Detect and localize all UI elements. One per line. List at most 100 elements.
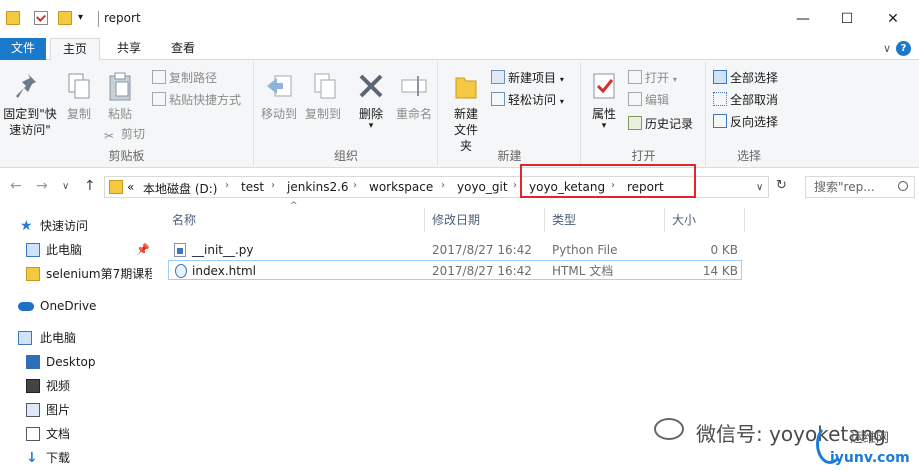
properties-dropdown-icon[interactable]: ▾ (586, 122, 622, 131)
edit-button[interactable]: 编辑 (628, 90, 669, 110)
nav-item-documents[interactable]: 文档 (0, 422, 152, 446)
nav-label: Desktop (46, 355, 96, 369)
breadcrumb-chevron-icon[interactable]: › (353, 180, 357, 191)
nav-item-onedrive[interactable]: OneDrive (0, 294, 152, 318)
column-divider[interactable] (544, 208, 545, 232)
properties-button[interactable]: 属性 ▾ (586, 66, 622, 131)
copy-button[interactable]: 复制 (62, 66, 96, 122)
column-header-name[interactable]: 名称 (172, 208, 196, 232)
tab-view[interactable]: 查看 (158, 38, 208, 60)
nav-item-selenium[interactable]: selenium第7期课程 (0, 262, 152, 286)
help-button[interactable]: ? (896, 41, 911, 56)
nav-item-this-pc-pinned[interactable]: 此电脑 📌 (0, 238, 152, 262)
breadcrumb-chevron-icon[interactable]: › (225, 180, 229, 191)
customize-quick-access-icon[interactable]: ▾ (78, 11, 92, 25)
invert-selection-icon (713, 114, 727, 128)
file-modified: 2017/8/27 16:42 (432, 243, 532, 257)
forward-button[interactable]: → (36, 178, 48, 194)
nav-item-this-pc[interactable]: 此电脑 (0, 326, 152, 350)
column-divider[interactable] (744, 208, 745, 232)
select-none-button[interactable]: 全部取消 (713, 90, 778, 110)
new-item-label: 新建项目 (508, 71, 557, 85)
pin-label: 固定到"快速访问" (3, 107, 57, 137)
pin-icon[interactable]: 📌 (136, 238, 150, 262)
delete-button[interactable]: 删除 ▾ (351, 66, 391, 131)
organize-group-label: 组织 (333, 149, 358, 163)
paste-shortcut-icon (152, 92, 166, 106)
paste-shortcut-button[interactable]: 粘贴快捷方式 (152, 90, 241, 110)
search-input[interactable]: 搜索"rep... (805, 176, 915, 198)
move-to-button[interactable]: 移动到 (257, 66, 301, 122)
copy-label: 复制 (66, 107, 91, 121)
minimize-button[interactable]: — (780, 8, 826, 30)
breadcrumb-overflow[interactable]: « (127, 180, 134, 194)
cut-button[interactable]: ✂ 剪切 (104, 124, 145, 144)
clipboard-group-label: 剪贴板 (108, 149, 145, 163)
back-button[interactable]: ← (10, 178, 22, 194)
file-type: Python File (552, 243, 618, 257)
paste-button[interactable]: 粘贴 (100, 66, 140, 122)
file-row-selected[interactable]: index.html 2017/8/27 16:42 HTML 文档 14 KB (168, 260, 742, 280)
column-header-size[interactable]: 大小 (672, 208, 696, 232)
maximize-button[interactable]: ☐ (824, 8, 870, 30)
breadcrumb-item[interactable]: workspace (369, 180, 433, 194)
html-file-icon (175, 264, 187, 278)
copy-to-button[interactable]: 复制到 (301, 66, 345, 122)
wechat-logo-icon (654, 418, 684, 440)
address-dropdown-icon[interactable]: ∨ (756, 182, 763, 193)
column-divider[interactable] (664, 208, 665, 232)
close-button[interactable]: ✕ (870, 8, 916, 30)
nav-item-desktop[interactable]: Desktop (0, 350, 152, 374)
nav-label: 下载 (46, 451, 71, 465)
new-folder-quick-icon[interactable] (58, 11, 72, 25)
copy-path-button[interactable]: 复制路径 (152, 68, 217, 88)
rename-icon (398, 70, 430, 102)
tab-file[interactable]: 文件 (0, 38, 46, 60)
nav-item-videos[interactable]: 视频 (0, 374, 152, 398)
refresh-button[interactable]: ↻ (776, 178, 787, 193)
delete-dropdown-icon[interactable]: ▾ (351, 122, 391, 131)
rename-button[interactable]: 重命名 (393, 66, 435, 122)
new-item-button[interactable]: 新建项目 ▾ (491, 68, 564, 88)
open-label: 打开 (645, 71, 670, 85)
tab-share[interactable]: 共享 (104, 38, 154, 60)
breadcrumb-item[interactable]: yoyo_git (457, 180, 508, 194)
breadcrumb-chevron-icon[interactable]: › (271, 180, 275, 191)
column-header-modified[interactable]: 修改日期 (432, 208, 480, 232)
open-button[interactable]: 打开 ▾ (628, 68, 677, 88)
up-button[interactable]: ↑ (84, 178, 96, 194)
pin-to-quick-access-button[interactable]: 固定到"快速访问" (0, 66, 60, 138)
breadcrumb-item[interactable]: test (241, 180, 264, 194)
easy-access-button[interactable]: 轻松访问 ▾ (491, 90, 564, 110)
breadcrumb-item[interactable]: jenkins2.6 (287, 180, 349, 194)
nav-label: OneDrive (40, 299, 97, 313)
properties-quick-icon[interactable] (34, 11, 48, 25)
file-modified: 2017/8/27 16:42 (432, 264, 532, 278)
breadcrumb-chevron-icon[interactable]: › (441, 180, 445, 191)
ribbon: 固定到"快速访问" 复制 粘贴 复制路径 粘贴快捷方式 ✂ 剪切 剪贴板 移动到… (0, 60, 919, 168)
breadcrumb-item[interactable]: 本地磁盘 (D:) (143, 180, 217, 197)
file-row[interactable]: __init__.py 2017/8/27 16:42 Python File … (168, 240, 742, 260)
select-all-button[interactable]: 全部选择 (713, 68, 778, 88)
column-header-type[interactable]: 类型 (552, 208, 576, 232)
tab-home[interactable]: 主页 (50, 38, 100, 61)
expand-ribbon-button[interactable]: ∨ (883, 42, 891, 55)
picture-icon (26, 403, 40, 417)
column-divider[interactable] (424, 208, 425, 232)
nav-item-pictures[interactable]: 图片 (0, 398, 152, 422)
copy-to-icon (307, 70, 339, 102)
scissors-icon: ✂ (104, 129, 115, 143)
breadcrumb-chevron-icon[interactable]: › (513, 180, 517, 191)
folder-icon (26, 267, 40, 281)
copy-icon (63, 70, 95, 102)
invert-selection-button[interactable]: 反向选择 (713, 112, 778, 132)
nav-item-downloads[interactable]: ↓ 下载 (0, 446, 152, 470)
nav-item-quick-access[interactable]: ★ 快速访问 (0, 214, 152, 238)
new-folder-button[interactable]: 新建文件夹 (441, 66, 491, 154)
computer-icon (18, 331, 32, 345)
recent-locations-button[interactable]: ∨ (62, 181, 69, 192)
watermark-site-name: 运维网 (850, 431, 890, 446)
new-item-dropdown-icon: ▾ (559, 75, 564, 84)
file-name: __init__.py (192, 243, 254, 257)
history-button[interactable]: 历史记录 (628, 114, 693, 134)
